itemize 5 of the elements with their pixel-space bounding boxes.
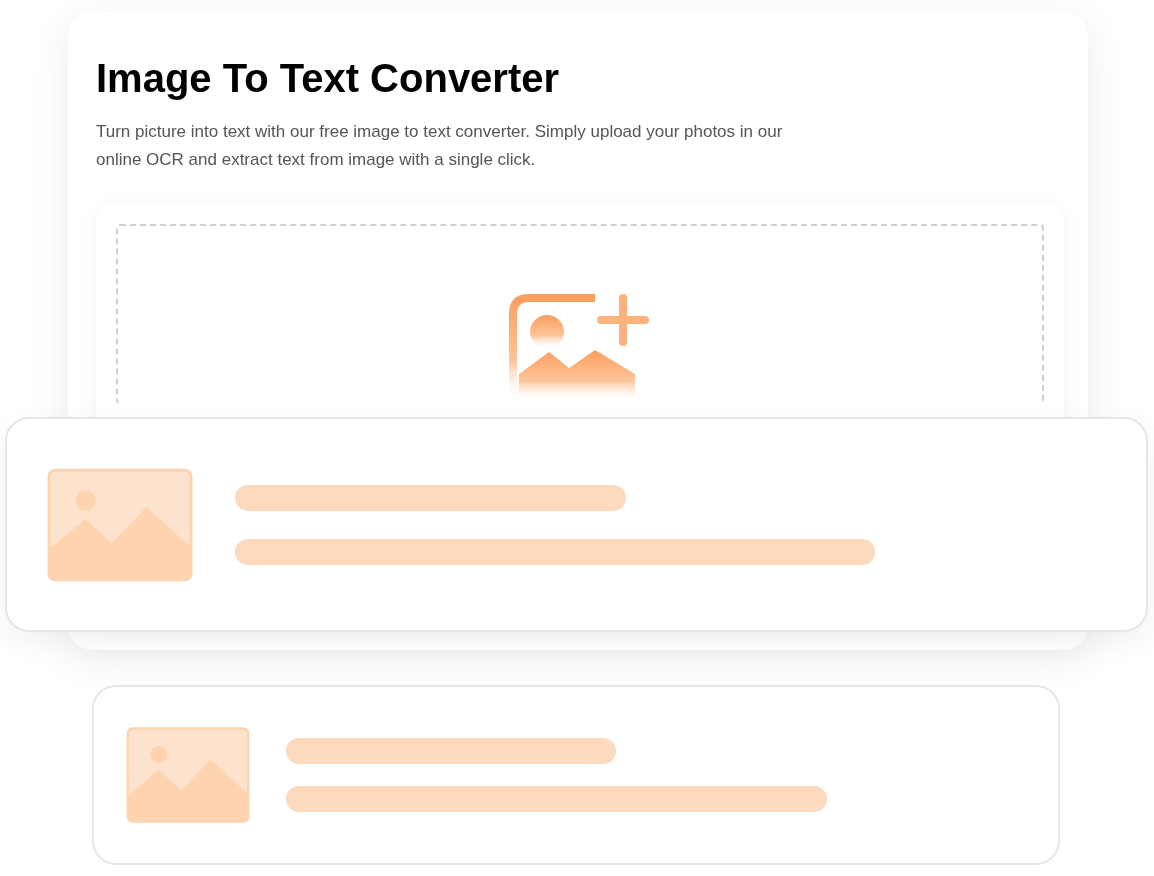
drop-zone[interactable] (116, 224, 1044, 404)
image-icon (47, 467, 193, 582)
page-title: Image To Text Converter (96, 55, 561, 102)
image-icon (126, 726, 250, 824)
page-description: Turn picture into text with our free image to text converter. Simply upload your photos in our online OCR and extract text from image with a single click. (96, 121, 784, 171)
